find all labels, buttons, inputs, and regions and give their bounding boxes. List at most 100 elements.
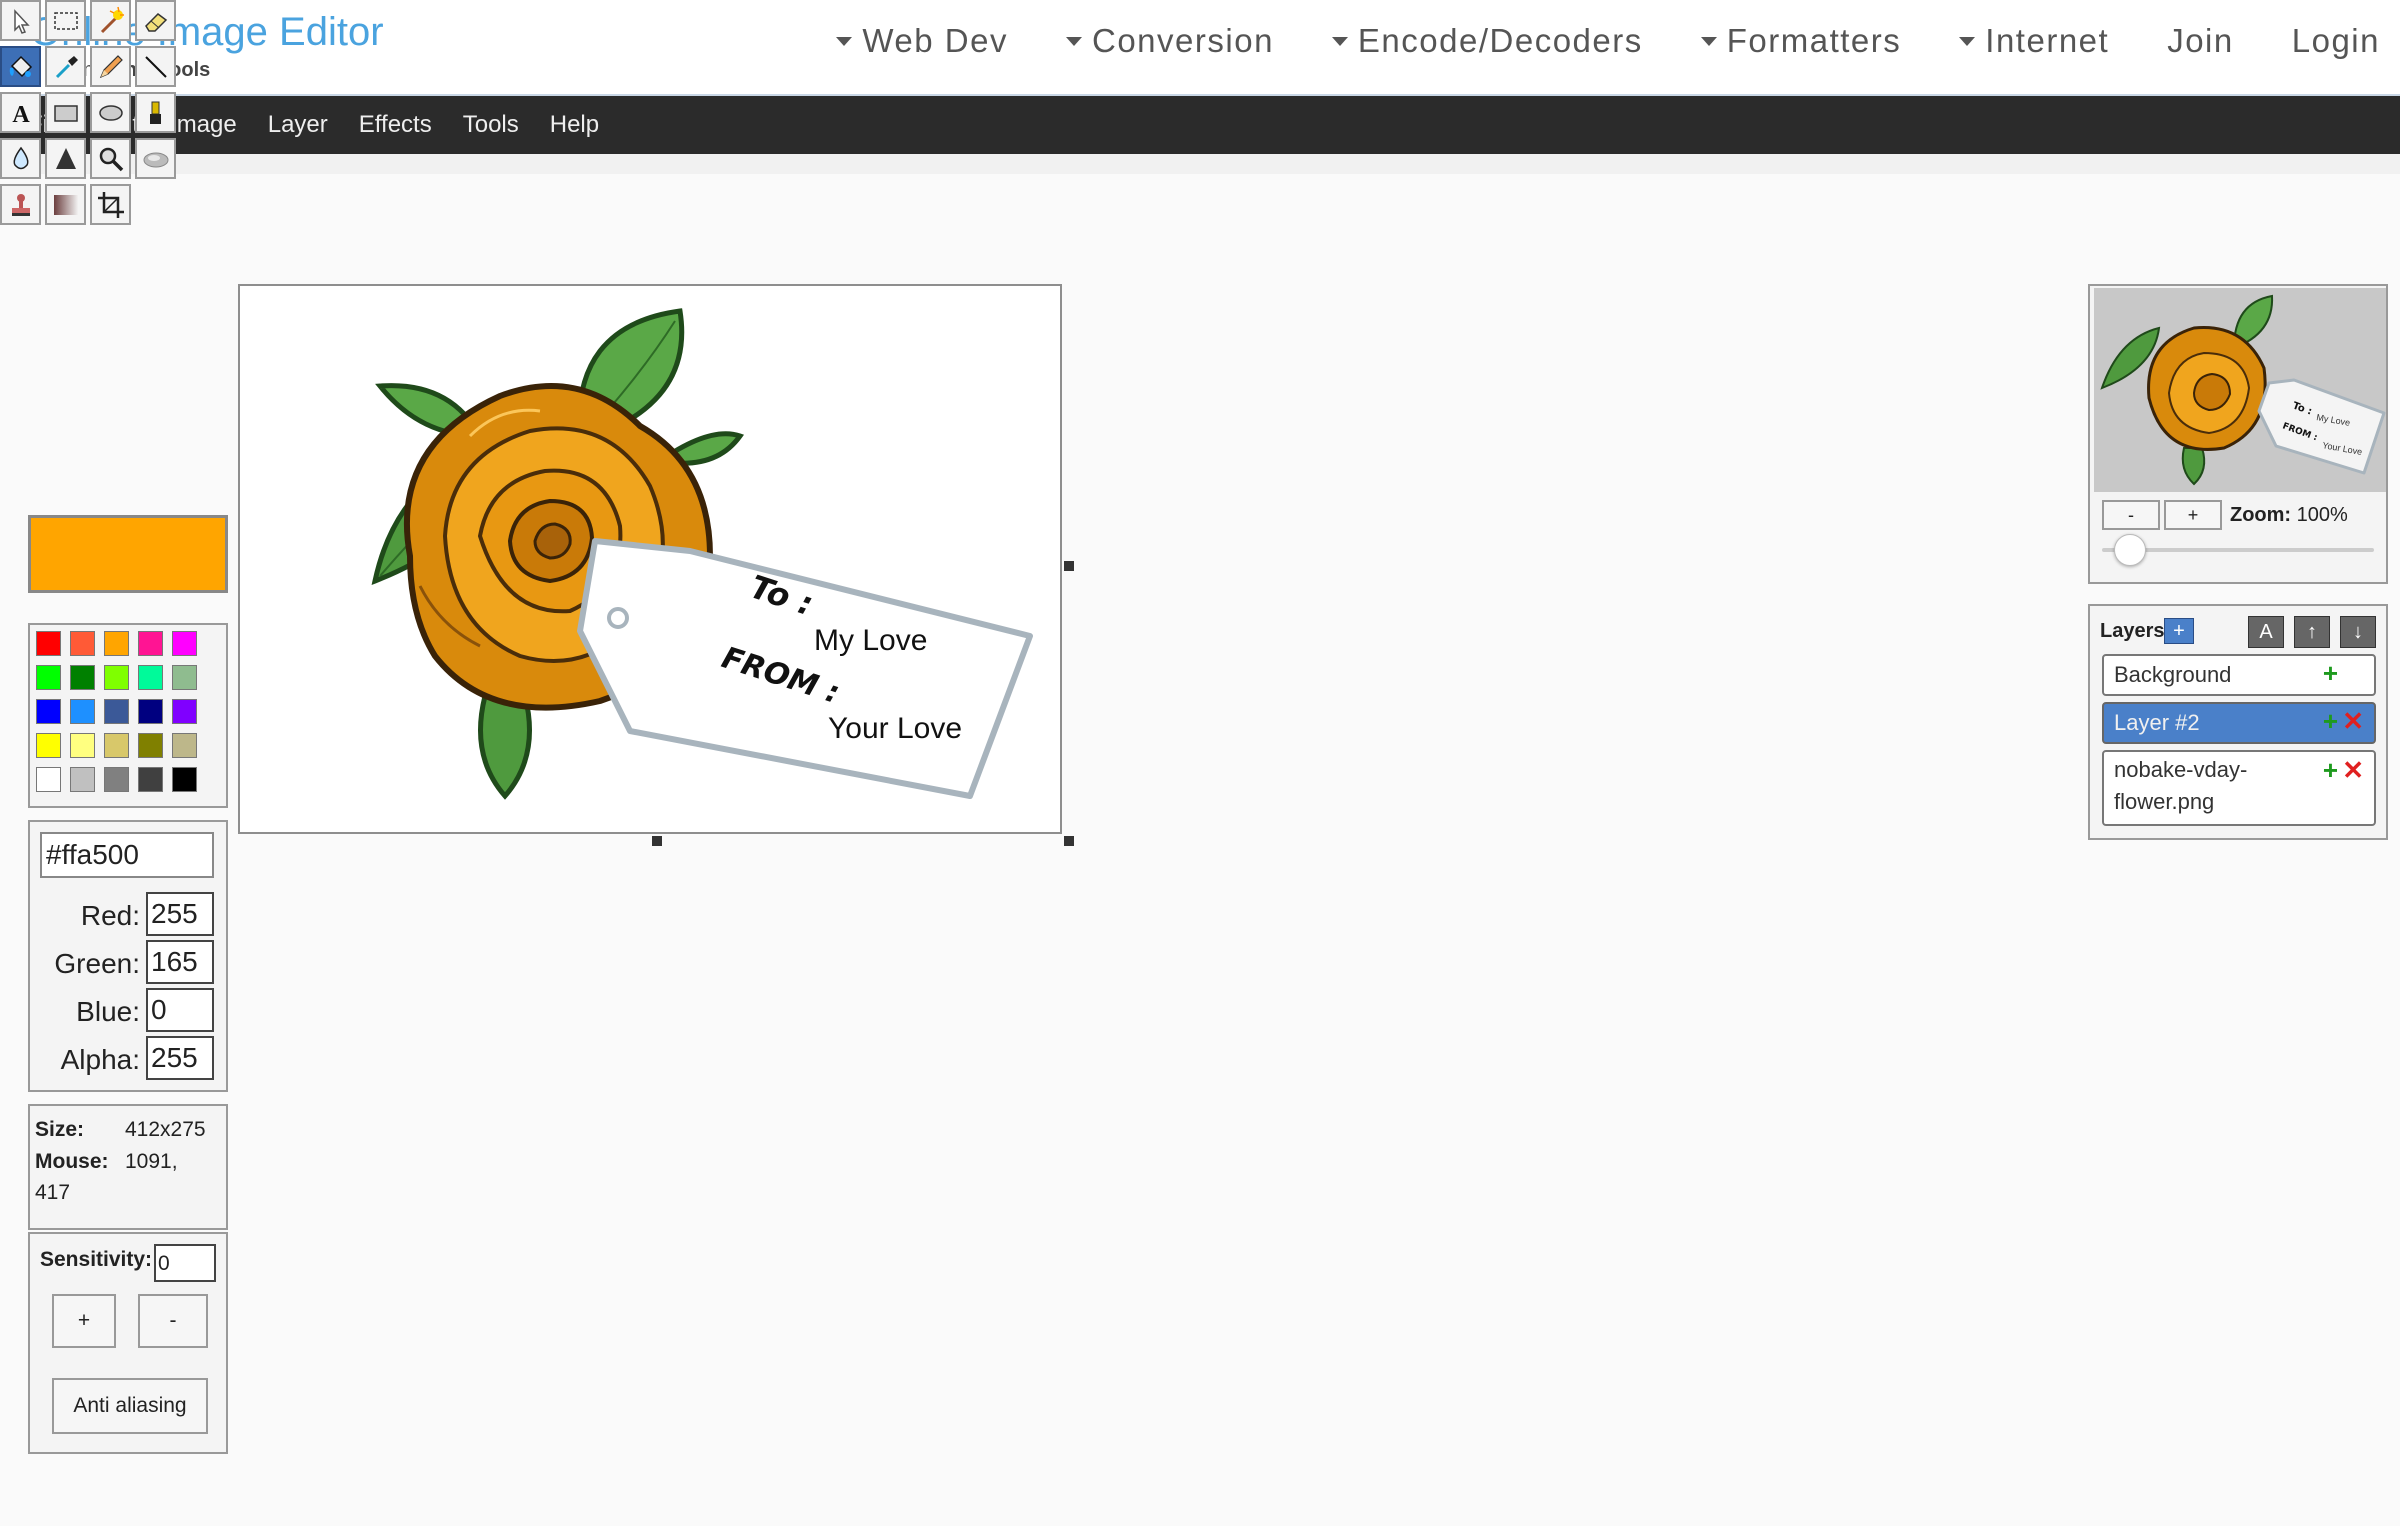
eraser-icon[interactable] — [135, 0, 176, 41]
add-icon[interactable]: + — [2323, 658, 2338, 689]
palette-swatch[interactable] — [36, 665, 61, 690]
nav-label: Login — [2291, 22, 2380, 59]
rect-select-icon[interactable] — [45, 0, 86, 41]
menu-image[interactable]: Image — [170, 111, 237, 139]
layer-item-background[interactable]: Background + — [2102, 654, 2376, 696]
nav-encode-decoders[interactable]: Encode/Decoders — [1331, 22, 1643, 60]
nav-formatters[interactable]: Formatters — [1700, 22, 1902, 60]
delete-layer-icon[interactable]: ✕ — [2342, 754, 2364, 786]
nav-internet[interactable]: Internet — [1959, 22, 2109, 60]
palette-swatch[interactable] — [104, 631, 129, 656]
add-icon[interactable]: + — [2323, 706, 2338, 737]
tag-recipient: My Love — [814, 624, 927, 657]
resize-handle-bottom[interactable] — [652, 836, 662, 846]
zoom-in-button[interactable]: + — [2164, 500, 2222, 530]
zoom-slider-handle[interactable] — [2114, 534, 2147, 566]
zoom-out-button[interactable]: - — [2102, 500, 2160, 530]
add-layer-button[interactable]: + — [2164, 618, 2194, 644]
palette-swatch[interactable] — [36, 699, 61, 724]
alpha-input[interactable]: 255 — [146, 1036, 214, 1080]
palette-swatch[interactable] — [138, 699, 163, 724]
menu-tools[interactable]: Tools — [463, 111, 519, 139]
palette-swatch[interactable] — [172, 733, 197, 758]
sensitivity-input[interactable]: 0 — [154, 1244, 216, 1282]
resize-handle-corner[interactable] — [1064, 836, 1074, 846]
layer-item-layer-2[interactable]: Layer #2 + ✕ — [2102, 702, 2376, 744]
clone-stamp-icon[interactable] — [0, 184, 41, 225]
palette-swatch[interactable] — [104, 733, 129, 758]
palette-swatch[interactable] — [36, 767, 61, 792]
palette-swatch[interactable] — [138, 733, 163, 758]
resize-handle-right[interactable] — [1064, 561, 1074, 571]
image-canvas[interactable]: To : My Love FROM : Your Love — [238, 284, 1062, 834]
nav-label: Join — [2167, 22, 2234, 59]
color-palette — [28, 623, 228, 808]
layer-move-up-button[interactable]: ↑ — [2294, 616, 2330, 648]
anti-aliasing-button[interactable]: Anti aliasing — [52, 1378, 208, 1434]
palette-swatch[interactable] — [138, 631, 163, 656]
layer-name-continued: flower.png — [2114, 789, 2215, 814]
palette-swatch[interactable] — [36, 631, 61, 656]
text-icon[interactable]: A — [0, 92, 41, 133]
zoom-icon[interactable] — [90, 138, 131, 179]
palette-swatch[interactable] — [172, 665, 197, 690]
nav-conversion[interactable]: Conversion — [1066, 22, 1274, 60]
palette-swatch[interactable] — [172, 631, 197, 656]
add-icon[interactable]: + — [2323, 754, 2338, 786]
tag-sender: Your Love — [828, 712, 962, 745]
smudge-icon[interactable] — [135, 138, 176, 179]
mouse-row-continued: 417 — [35, 1181, 70, 1205]
layer-text-button[interactable]: A — [2248, 616, 2284, 648]
current-color-swatch[interactable] — [28, 515, 228, 593]
palette-swatch[interactable] — [70, 699, 95, 724]
palette-swatch[interactable] — [172, 767, 197, 792]
size-value: 412x275 — [125, 1118, 206, 1141]
palette-swatch[interactable] — [70, 767, 95, 792]
sensitivity-panel: Sensitivity: 0 + - Anti aliasing — [28, 1232, 228, 1454]
layer-name: Background — [2114, 662, 2232, 687]
canvas-thumbnail[interactable]: To : My Love FROM : Your Love — [2094, 288, 2386, 492]
layer-move-down-button[interactable]: ↓ — [2340, 616, 2376, 648]
menu-layer[interactable]: Layer — [268, 111, 328, 139]
size-label: Size: — [35, 1118, 85, 1141]
palette-swatch[interactable] — [138, 767, 163, 792]
red-input[interactable]: 255 — [146, 892, 214, 936]
palette-swatch[interactable] — [36, 733, 61, 758]
blur-icon[interactable] — [0, 138, 41, 179]
nav-web-dev[interactable]: Web Dev — [836, 22, 1008, 60]
sensitivity-label: Sensitivity: — [40, 1248, 153, 1271]
green-input[interactable]: 165 — [146, 940, 214, 984]
svg-text:A: A — [12, 102, 30, 128]
sensitivity-increase-button[interactable]: + — [52, 1294, 116, 1348]
eyedropper-icon[interactable] — [45, 46, 86, 87]
brush-icon[interactable] — [135, 92, 176, 133]
menu-effects[interactable]: Effects — [359, 111, 432, 139]
crop-icon[interactable] — [90, 184, 131, 225]
menu-help[interactable]: Help — [550, 111, 599, 139]
magic-wand-icon[interactable] — [90, 0, 131, 41]
palette-swatch[interactable] — [104, 699, 129, 724]
palette-swatch[interactable] — [70, 733, 95, 758]
ellipse-icon[interactable] — [90, 92, 131, 133]
palette-swatch[interactable] — [104, 665, 129, 690]
layer-item-flower-png[interactable]: nobake-vday- flower.png + ✕ — [2102, 750, 2376, 826]
rectangle-icon[interactable] — [45, 92, 86, 133]
blue-input[interactable]: 0 — [146, 988, 214, 1032]
sensitivity-decrease-button[interactable]: - — [138, 1294, 208, 1348]
hex-color-input[interactable]: #ffa500 — [40, 832, 214, 878]
palette-swatch[interactable] — [104, 767, 129, 792]
fill-bucket-icon[interactable] — [0, 46, 41, 87]
size-row: Size: 412x275 — [35, 1118, 206, 1142]
palette-swatch[interactable] — [70, 665, 95, 690]
nav-login[interactable]: Login — [2292, 22, 2380, 60]
palette-swatch[interactable] — [70, 631, 95, 656]
delete-layer-icon[interactable]: ✕ — [2342, 706, 2364, 737]
nav-join[interactable]: Join — [2167, 22, 2234, 60]
pencil-icon[interactable] — [90, 46, 131, 87]
palette-swatch[interactable] — [172, 699, 197, 724]
palette-swatch[interactable] — [138, 665, 163, 690]
sharpen-icon[interactable] — [45, 138, 86, 179]
line-icon[interactable] — [135, 46, 176, 87]
pointer-icon[interactable] — [0, 0, 41, 41]
gradient-icon[interactable] — [45, 184, 86, 225]
